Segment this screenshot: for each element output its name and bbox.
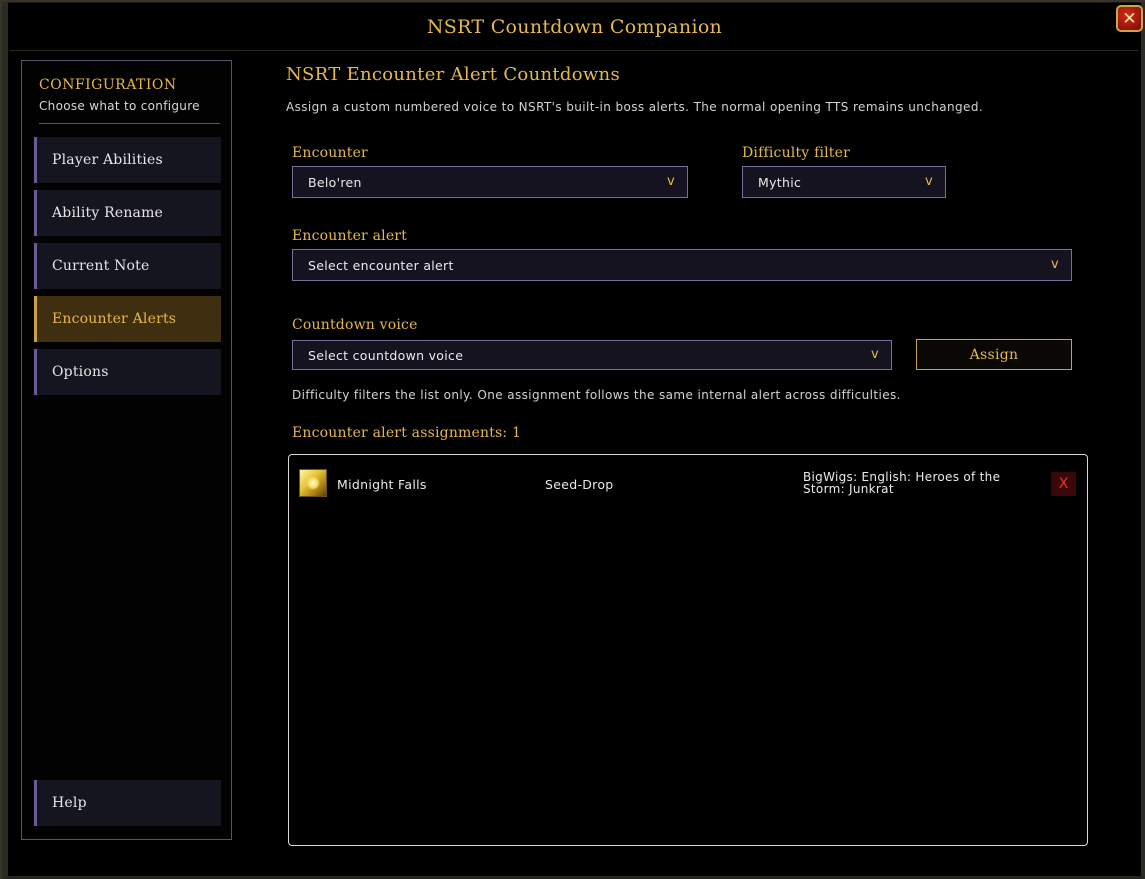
page-title: NSRT Encounter Alert Countdowns [286,64,620,85]
assignment-alert: Seed-Drop [545,477,614,492]
countdown-voice-value: Select countdown voice [308,347,464,363]
sidebar-item-label: Encounter Alerts [52,311,177,327]
close-icon[interactable]: ✕ [1116,5,1143,32]
encounter-label: Encounter [292,145,368,161]
assignment-encounter: Midnight Falls [337,477,427,492]
sidebar-item-label: Player Abilities [52,152,163,168]
title-bar: NSRT Countdown Companion [2,2,1145,52]
sidebar-item-current-note[interactable]: Current Note [34,243,221,289]
chevron-down-icon: v [871,347,879,362]
sidebar-item-encounter-alerts[interactable]: Encounter Alerts [34,296,221,342]
difficulty-hint: Difficulty filters the list only. One as… [292,388,901,402]
assignment-voice-line2: Storm: Junkrat [803,482,894,496]
difficulty-dropdown[interactable]: Mythic v [742,166,946,198]
sidebar-header: CONFIGURATION Choose what to configure [39,77,200,113]
list-item[interactable]: Midnight Falls Seed-Drop BigWigs: Englis… [297,467,1079,501]
encounter-alert-dropdown[interactable]: Select encounter alert v [292,249,1072,281]
assign-button[interactable]: Assign [916,339,1072,370]
encounter-alert-value: Select encounter alert [308,257,454,273]
sidebar-divider [39,123,220,124]
delete-assignment-button[interactable]: X [1051,472,1076,496]
chevron-down-icon: v [925,174,933,189]
assignments-count: Encounter alert assignments: 1 [292,425,522,441]
encounter-alert-label: Encounter alert [292,228,408,244]
config-sidebar: CONFIGURATION Choose what to configure P… [21,60,232,840]
assignment-voice: BigWigs: English: Heroes of the Storm: J… [803,471,1033,495]
countdown-voice-dropdown[interactable]: Select countdown voice v [292,340,892,370]
difficulty-value: Mythic [758,174,802,190]
sidebar-item-label: Ability Rename [52,205,164,221]
main-window: NSRT Countdown Companion ✕ CONFIGURATION… [0,0,1145,879]
sidebar-item-ability-rename[interactable]: Ability Rename [34,190,221,236]
sidebar-item-player-abilities[interactable]: Player Abilities [34,137,221,183]
encounter-value: Belo'ren [308,174,362,190]
assignments-list[interactable]: Midnight Falls Seed-Drop BigWigs: Englis… [288,454,1088,846]
sidebar-title: CONFIGURATION [39,77,177,93]
sidebar-item-help[interactable]: Help [34,780,221,826]
difficulty-label: Difficulty filter [742,145,851,161]
sidebar-item-options[interactable]: Options [34,349,221,395]
chevron-down-icon: v [1051,257,1059,272]
sidebar-item-label: Options [52,364,109,380]
sidebar-subtitle: Choose what to configure [39,99,200,113]
countdown-voice-label: Countdown voice [292,317,418,333]
sidebar-item-label: Current Note [52,258,150,274]
title-divider [10,50,1139,51]
gold-crystal-icon [299,469,327,497]
encounter-dropdown[interactable]: Belo'ren v [292,166,688,198]
page-description: Assign a custom numbered voice to NSRT's… [286,100,984,114]
window-title: NSRT Countdown Companion [426,16,723,38]
sidebar-item-label: Help [52,795,87,811]
chevron-down-icon: v [667,174,675,189]
